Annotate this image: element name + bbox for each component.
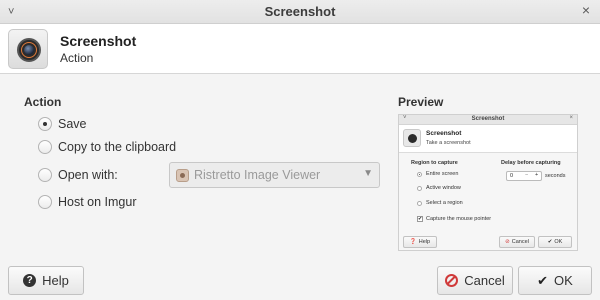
preview-header-title: Screenshot [426, 130, 462, 137]
preview-help-icon: ❓ [409, 239, 417, 245]
option-copy-clipboard-label: Copy to the clipboard [58, 140, 177, 154]
preview-header-subtitle: Take a screenshot [426, 140, 471, 146]
preview-mouse-pointer-label: Capture the mouse pointer [426, 216, 492, 222]
cancel-button[interactable]: Cancel [437, 266, 513, 295]
preview-ok-icon: ✔ [547, 239, 553, 245]
checkmark-icon: ✔ [537, 272, 549, 288]
radio-open-with[interactable] [38, 168, 52, 182]
header-subtitle: Action [60, 51, 94, 65]
preview-header: Screenshot Take a screenshot [399, 125, 577, 153]
window-title: Screenshot [264, 4, 336, 19]
preview-ok-label: OK [554, 239, 563, 245]
preview-cancel-label: Cancel [511, 239, 529, 245]
help-icon: ? [23, 274, 37, 287]
preview-help-button: ❓ Help [403, 236, 437, 248]
ok-button-label: OK [554, 273, 573, 288]
header-title: Screenshot [60, 33, 137, 49]
help-button-label: Help [42, 273, 69, 288]
option-host-imgur-label: Host on Imgur [58, 195, 137, 209]
preview-radio-select-region [417, 201, 422, 206]
window-close-icon[interactable]: × [582, 3, 590, 17]
preview-cancel-icon: ⊘ [505, 239, 510, 245]
open-with-app-dropdown[interactable]: Ristretto Image Viewer ▼ [169, 162, 380, 188]
preview-close-icon: × [569, 115, 573, 121]
cancel-button-label: Cancel [464, 273, 505, 288]
help-button[interactable]: ? Help [8, 266, 84, 295]
option-open-with[interactable]: Open with: [38, 166, 118, 184]
option-save-label: Save [58, 117, 87, 131]
preview-help-label: Help [418, 239, 431, 245]
preview-region-entire-screen: Entire screen [426, 171, 459, 177]
dialog-header: Screenshot Action [0, 24, 600, 74]
option-host-imgur[interactable]: Host on Imgur [38, 193, 137, 211]
chevron-down-icon: ▼ [363, 168, 373, 179]
preview-radio-active-window [417, 186, 422, 191]
radio-host-imgur[interactable] [38, 195, 52, 209]
option-copy-clipboard[interactable]: Copy to the clipboard [38, 138, 176, 156]
preview-cancel-button: ⊘ Cancel [499, 236, 535, 248]
preview-delay-value: 0 [510, 173, 514, 179]
preview-delay-unit: seconds [545, 173, 566, 179]
option-save[interactable]: Save [38, 115, 87, 133]
preview-camera-icon [403, 129, 421, 147]
title-bar: ˅ Screenshot × [0, 0, 600, 24]
ristretto-app-icon [176, 168, 189, 182]
ok-button[interactable]: ✔ OK [518, 266, 592, 295]
preview-ok-button: ✔ OK [538, 236, 572, 248]
preview-region-title: Region to capture [411, 160, 458, 166]
preview-section-title: Preview [398, 95, 444, 109]
camera-lens-icon [8, 29, 48, 69]
preview-minus-icon: − [525, 172, 529, 178]
preview-title-bar: ˅ Screenshot × [399, 115, 577, 125]
cancel-icon [445, 274, 459, 287]
preview-window-title: Screenshot [471, 116, 505, 122]
radio-copy-clipboard[interactable] [38, 140, 52, 154]
preview-radio-entire-screen [417, 172, 422, 177]
open-with-app-name: Ristretto Image Viewer [194, 168, 321, 182]
preview-delay-title: Delay before capturing [501, 160, 561, 166]
option-open-with-label: Open with: [58, 168, 118, 182]
preview-region-select-region: Select a region [426, 200, 463, 206]
action-section-title: Action [24, 95, 62, 109]
preview-thumbnail: ˅ Screenshot × Screenshot Take a screens… [398, 114, 578, 251]
preview-region-active-window: Active window [426, 185, 461, 191]
preview-mouse-pointer-checkbox: ✔ [417, 216, 423, 222]
preview-plus-icon: + [535, 172, 539, 178]
radio-save[interactable] [38, 117, 52, 131]
preview-delay-spinner: 0 − + [506, 171, 542, 181]
